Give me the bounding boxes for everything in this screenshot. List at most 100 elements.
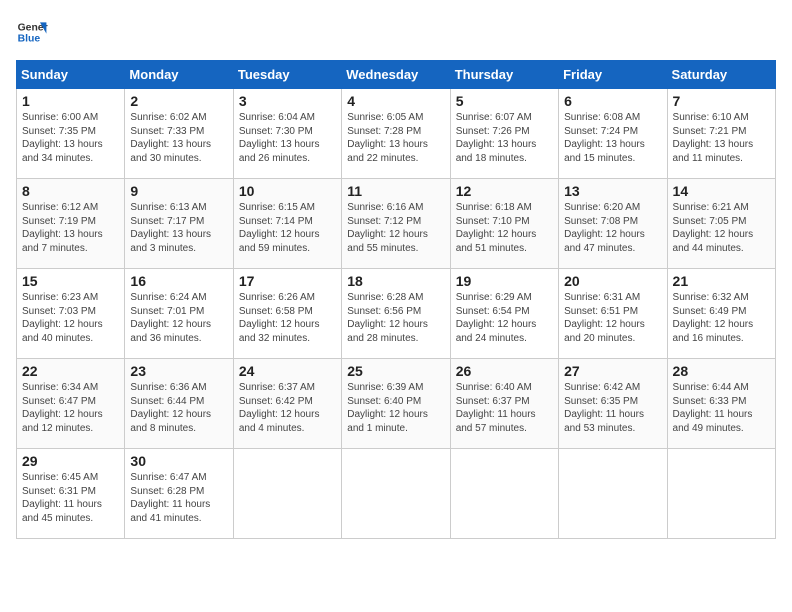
- day-info: Sunrise: 6:02 AM Sunset: 7:33 PM Dayligh…: [130, 111, 227, 165]
- calendar-cell-day-7: 7 Sunrise: 6:10 AM Sunset: 7:21 PM Daylig…: [667, 89, 775, 179]
- calendar-cell-day-9: 9 Sunrise: 6:13 AM Sunset: 7:17 PM Daylig…: [125, 179, 233, 269]
- weekday-header-friday: Friday: [559, 61, 667, 89]
- calendar-cell-day-24: 24 Sunrise: 6:37 AM Sunset: 6:42 PM Dayli…: [233, 359, 341, 449]
- day-info: Sunrise: 6:24 AM Sunset: 7:01 PM Dayligh…: [130, 291, 227, 345]
- day-number: 6: [564, 93, 661, 109]
- day-number: 9: [130, 183, 227, 199]
- weekday-header-saturday: Saturday: [667, 61, 775, 89]
- calendar-cell-day-22: 22 Sunrise: 6:34 AM Sunset: 6:47 PM Dayli…: [17, 359, 125, 449]
- day-number: 24: [239, 363, 336, 379]
- day-number: 22: [22, 363, 119, 379]
- weekday-header-wednesday: Wednesday: [342, 61, 450, 89]
- day-info: Sunrise: 6:45 AM Sunset: 6:31 PM Dayligh…: [22, 471, 119, 525]
- calendar-cell-empty: [450, 449, 558, 539]
- calendar-cell-day-26: 26 Sunrise: 6:40 AM Sunset: 6:37 PM Dayli…: [450, 359, 558, 449]
- day-number: 2: [130, 93, 227, 109]
- calendar-cell-day-19: 19 Sunrise: 6:29 AM Sunset: 6:54 PM Dayli…: [450, 269, 558, 359]
- day-info: Sunrise: 6:42 AM Sunset: 6:35 PM Dayligh…: [564, 381, 661, 435]
- day-info: Sunrise: 6:39 AM Sunset: 6:40 PM Dayligh…: [347, 381, 444, 435]
- day-info: Sunrise: 6:23 AM Sunset: 7:03 PM Dayligh…: [22, 291, 119, 345]
- day-number: 17: [239, 273, 336, 289]
- calendar-cell-day-3: 3 Sunrise: 6:04 AM Sunset: 7:30 PM Daylig…: [233, 89, 341, 179]
- day-number: 13: [564, 183, 661, 199]
- calendar-cell-day-30: 30 Sunrise: 6:47 AM Sunset: 6:28 PM Dayli…: [125, 449, 233, 539]
- day-number: 3: [239, 93, 336, 109]
- calendar-cell-empty: [233, 449, 341, 539]
- day-info: Sunrise: 6:44 AM Sunset: 6:33 PM Dayligh…: [673, 381, 770, 435]
- calendar-week-3: 15 Sunrise: 6:23 AM Sunset: 7:03 PM Dayli…: [17, 269, 776, 359]
- svg-text:Blue: Blue: [18, 34, 41, 45]
- page-header: General Blue: [16, 16, 776, 48]
- day-number: 15: [22, 273, 119, 289]
- day-info: Sunrise: 6:37 AM Sunset: 6:42 PM Dayligh…: [239, 381, 336, 435]
- day-info: Sunrise: 6:40 AM Sunset: 6:37 PM Dayligh…: [456, 381, 553, 435]
- day-info: Sunrise: 6:13 AM Sunset: 7:17 PM Dayligh…: [130, 201, 227, 255]
- calendar-body: 1Sunrise: 6:00 AM Sunset: 7:35 PM Daylig…: [17, 89, 776, 539]
- day-info: Sunrise: 6:20 AM Sunset: 7:08 PM Dayligh…: [564, 201, 661, 255]
- weekday-header-thursday: Thursday: [450, 61, 558, 89]
- day-info: Sunrise: 6:26 AM Sunset: 6:58 PM Dayligh…: [239, 291, 336, 345]
- day-number: 26: [456, 363, 553, 379]
- day-info: Sunrise: 6:04 AM Sunset: 7:30 PM Dayligh…: [239, 111, 336, 165]
- calendar-week-5: 29 Sunrise: 6:45 AM Sunset: 6:31 PM Dayli…: [17, 449, 776, 539]
- calendar-week-2: 8 Sunrise: 6:12 AM Sunset: 7:19 PM Daylig…: [17, 179, 776, 269]
- day-info: Sunrise: 6:00 AM Sunset: 7:35 PM Dayligh…: [22, 111, 119, 165]
- day-info: Sunrise: 6:21 AM Sunset: 7:05 PM Dayligh…: [673, 201, 770, 255]
- day-number: 30: [130, 453, 227, 469]
- calendar-cell-day-18: 18Sunrise: 6:28 AM Sunset: 6:56 PM Dayli…: [342, 269, 450, 359]
- calendar-cell-day-10: 10Sunrise: 6:15 AM Sunset: 7:14 PM Dayli…: [233, 179, 341, 269]
- calendar-cell-day-13: 13 Sunrise: 6:20 AM Sunset: 7:08 PM Dayli…: [559, 179, 667, 269]
- day-info: Sunrise: 6:07 AM Sunset: 7:26 PM Dayligh…: [456, 111, 553, 165]
- calendar-cell-empty: [559, 449, 667, 539]
- weekday-header-tuesday: Tuesday: [233, 61, 341, 89]
- calendar-cell-day-5: 5 Sunrise: 6:07 AM Sunset: 7:26 PM Daylig…: [450, 89, 558, 179]
- calendar-cell-day-29: 29 Sunrise: 6:45 AM Sunset: 6:31 PM Dayli…: [17, 449, 125, 539]
- calendar-cell-day-14: 14 Sunrise: 6:21 AM Sunset: 7:05 PM Dayli…: [667, 179, 775, 269]
- calendar-cell-day-8: 8 Sunrise: 6:12 AM Sunset: 7:19 PM Daylig…: [17, 179, 125, 269]
- day-number: 5: [456, 93, 553, 109]
- day-number: 7: [673, 93, 770, 109]
- calendar-cell-day-1: 1Sunrise: 6:00 AM Sunset: 7:35 PM Daylig…: [17, 89, 125, 179]
- calendar-cell-day-25: 25 Sunrise: 6:39 AM Sunset: 6:40 PM Dayli…: [342, 359, 450, 449]
- calendar-cell-day-17: 17 Sunrise: 6:26 AM Sunset: 6:58 PM Dayli…: [233, 269, 341, 359]
- calendar-cell-day-21: 21 Sunrise: 6:32 AM Sunset: 6:49 PM Dayli…: [667, 269, 775, 359]
- calendar-cell-day-28: 28Sunrise: 6:44 AM Sunset: 6:33 PM Dayli…: [667, 359, 775, 449]
- logo: General Blue: [16, 16, 48, 48]
- day-number: 25: [347, 363, 444, 379]
- day-number: 16: [130, 273, 227, 289]
- calendar-cell-day-12: 12 Sunrise: 6:18 AM Sunset: 7:10 PM Dayli…: [450, 179, 558, 269]
- day-info: Sunrise: 6:15 AM Sunset: 7:14 PM Dayligh…: [239, 201, 336, 255]
- calendar-cell-empty: [667, 449, 775, 539]
- day-info: Sunrise: 6:08 AM Sunset: 7:24 PM Dayligh…: [564, 111, 661, 165]
- calendar-cell-day-2: 2 Sunrise: 6:02 AM Sunset: 7:33 PM Daylig…: [125, 89, 233, 179]
- day-info: Sunrise: 6:34 AM Sunset: 6:47 PM Dayligh…: [22, 381, 119, 435]
- day-info: Sunrise: 6:10 AM Sunset: 7:21 PM Dayligh…: [673, 111, 770, 165]
- logo-icon: General Blue: [16, 16, 48, 48]
- day-number: 12: [456, 183, 553, 199]
- day-number: 27: [564, 363, 661, 379]
- day-info: Sunrise: 6:18 AM Sunset: 7:10 PM Dayligh…: [456, 201, 553, 255]
- day-number: 14: [673, 183, 770, 199]
- day-number: 11: [347, 183, 444, 199]
- calendar-week-1: 1Sunrise: 6:00 AM Sunset: 7:35 PM Daylig…: [17, 89, 776, 179]
- day-number: 23: [130, 363, 227, 379]
- day-number: 21: [673, 273, 770, 289]
- day-info: Sunrise: 6:36 AM Sunset: 6:44 PM Dayligh…: [130, 381, 227, 435]
- day-info: Sunrise: 6:32 AM Sunset: 6:49 PM Dayligh…: [673, 291, 770, 345]
- day-number: 29: [22, 453, 119, 469]
- day-info: Sunrise: 6:05 AM Sunset: 7:28 PM Dayligh…: [347, 111, 444, 165]
- weekday-header-row: SundayMondayTuesdayWednesdayThursdayFrid…: [17, 61, 776, 89]
- day-number: 19: [456, 273, 553, 289]
- day-number: 4: [347, 93, 444, 109]
- day-number: 18: [347, 273, 444, 289]
- weekday-header-monday: Monday: [125, 61, 233, 89]
- day-number: 8: [22, 183, 119, 199]
- day-info: Sunrise: 6:47 AM Sunset: 6:28 PM Dayligh…: [130, 471, 227, 525]
- day-info: Sunrise: 6:29 AM Sunset: 6:54 PM Dayligh…: [456, 291, 553, 345]
- calendar-cell-day-4: 4 Sunrise: 6:05 AM Sunset: 7:28 PM Daylig…: [342, 89, 450, 179]
- day-info: Sunrise: 6:12 AM Sunset: 7:19 PM Dayligh…: [22, 201, 119, 255]
- calendar-cell-day-27: 27 Sunrise: 6:42 AM Sunset: 6:35 PM Dayli…: [559, 359, 667, 449]
- day-number: 20: [564, 273, 661, 289]
- calendar-cell-day-16: 16 Sunrise: 6:24 AM Sunset: 7:01 PM Dayli…: [125, 269, 233, 359]
- calendar-cell-day-23: 23 Sunrise: 6:36 AM Sunset: 6:44 PM Dayli…: [125, 359, 233, 449]
